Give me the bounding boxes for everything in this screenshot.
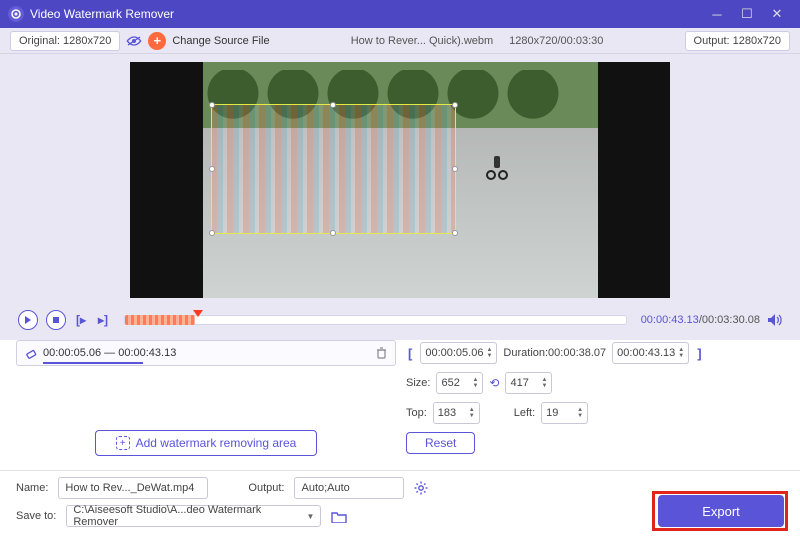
top-input[interactable]: 183▲▼ bbox=[433, 402, 480, 424]
open-folder-button[interactable] bbox=[331, 510, 347, 523]
height-input[interactable]: 417▲▼ bbox=[505, 372, 552, 394]
name-label: Name: bbox=[16, 482, 48, 494]
app-title: Video Watermark Remover bbox=[30, 7, 174, 21]
settings-section: 00:00:05.06 — 00:00:43.13 + Add watermar… bbox=[0, 340, 800, 470]
stepper-icon[interactable]: ▲▼ bbox=[469, 407, 475, 419]
change-source-label[interactable]: Change Source File bbox=[172, 35, 269, 47]
end-time-input[interactable]: 00:00:43.13▲▼ bbox=[612, 342, 689, 364]
save-to-label: Save to: bbox=[16, 510, 56, 522]
resize-handle-nw[interactable] bbox=[209, 102, 215, 108]
maximize-button[interactable]: ☐ bbox=[732, 6, 762, 22]
preview-zone bbox=[0, 54, 800, 306]
play-button[interactable] bbox=[18, 310, 38, 330]
output-size-badge: Output: 1280x720 bbox=[685, 31, 790, 51]
mark-out-button[interactable]: ▸] bbox=[96, 313, 110, 327]
selection-box[interactable] bbox=[211, 104, 456, 234]
left-input[interactable]: 19▲▼ bbox=[541, 402, 588, 424]
top-label: Top: bbox=[406, 407, 427, 419]
export-button[interactable]: Export bbox=[658, 495, 784, 527]
playback-controls: [▸ ▸] 00:00:43.13/00:03:30.08 bbox=[0, 306, 800, 340]
resize-handle-e[interactable] bbox=[452, 166, 458, 172]
duration-label: Duration:00:00:38.07 bbox=[503, 347, 606, 359]
output-settings-button[interactable] bbox=[414, 481, 428, 495]
mark-in-button[interactable]: [▸ bbox=[74, 313, 88, 327]
resize-handle-n[interactable] bbox=[330, 102, 336, 108]
link-aspect-icon[interactable]: ⟲ bbox=[489, 376, 499, 390]
area-properties-pane: [ 00:00:05.06▲▼ Duration:00:00:38.07 00:… bbox=[406, 340, 784, 462]
info-toolbar: Original: 1280x720 + Change Source File … bbox=[0, 28, 800, 54]
delete-segment-button[interactable] bbox=[376, 347, 387, 359]
stop-button[interactable] bbox=[46, 310, 66, 330]
export-bar: Name: How to Rev..._DeWat.mp4 Output: Au… bbox=[0, 470, 800, 537]
timeline-playhead[interactable] bbox=[193, 310, 203, 317]
start-time-input[interactable]: 00:00:05.06▲▼ bbox=[420, 342, 497, 364]
source-filename: How to Rever... Quick).webm bbox=[351, 35, 493, 47]
original-size-badge: Original: 1280x720 bbox=[10, 31, 120, 51]
segment-range: 00:00:05.06 — 00:00:43.13 bbox=[43, 347, 176, 359]
segments-pane: 00:00:05.06 — 00:00:43.13 + Add watermar… bbox=[16, 340, 396, 462]
left-label: Left: bbox=[514, 407, 535, 419]
stepper-icon[interactable]: ▲▼ bbox=[577, 407, 583, 419]
output-name-input[interactable]: How to Rev..._DeWat.mp4 bbox=[58, 477, 208, 499]
output-label: Output: bbox=[248, 482, 284, 494]
app-logo-icon bbox=[8, 6, 24, 22]
source-meta: 1280x720/00:03:30 bbox=[509, 35, 603, 47]
reset-button[interactable]: Reset bbox=[406, 432, 475, 454]
add-watermark-area-button[interactable]: + Add watermark removing area bbox=[95, 430, 318, 456]
minimize-button[interactable]: ─ bbox=[702, 7, 732, 22]
timeline-slider[interactable] bbox=[124, 315, 627, 325]
volume-icon[interactable] bbox=[768, 314, 782, 326]
stepper-icon[interactable]: ▲▼ bbox=[541, 377, 547, 389]
video-subject bbox=[486, 152, 508, 180]
stepper-icon[interactable]: ▲▼ bbox=[486, 347, 492, 359]
timeline-selected-range[interactable] bbox=[125, 315, 195, 325]
range-end-bracket-button[interactable]: ] bbox=[695, 346, 703, 361]
chevron-down-icon: ▼ bbox=[306, 512, 314, 521]
width-input[interactable]: 652▲▼ bbox=[436, 372, 483, 394]
time-readout: 00:00:43.13/00:03:30.08 bbox=[641, 314, 760, 326]
video-preview[interactable] bbox=[130, 62, 670, 298]
plus-icon: + bbox=[116, 436, 130, 450]
close-button[interactable]: ✕ bbox=[762, 6, 792, 22]
resize-handle-sw[interactable] bbox=[209, 230, 215, 236]
size-label: Size: bbox=[406, 377, 430, 389]
preview-toggle-icon[interactable] bbox=[126, 34, 142, 48]
video-frame[interactable] bbox=[203, 62, 598, 298]
resize-handle-w[interactable] bbox=[209, 166, 215, 172]
stepper-icon[interactable]: ▲▼ bbox=[678, 347, 684, 359]
save-path-dropdown[interactable]: C:\Aiseesoft Studio\A...deo Watermark Re… bbox=[66, 505, 321, 527]
change-source-icon[interactable]: + bbox=[148, 32, 166, 50]
output-format-input[interactable]: Auto;Auto bbox=[294, 477, 404, 499]
resize-handle-s[interactable] bbox=[330, 230, 336, 236]
title-bar: Video Watermark Remover ─ ☐ ✕ bbox=[0, 0, 800, 28]
range-start-bracket-button[interactable]: [ bbox=[406, 346, 414, 361]
eraser-icon bbox=[25, 347, 37, 359]
resize-handle-ne[interactable] bbox=[452, 102, 458, 108]
stepper-icon[interactable]: ▲▼ bbox=[472, 377, 478, 389]
segment-entry[interactable]: 00:00:05.06 — 00:00:43.13 bbox=[16, 340, 396, 366]
resize-handle-se[interactable] bbox=[452, 230, 458, 236]
